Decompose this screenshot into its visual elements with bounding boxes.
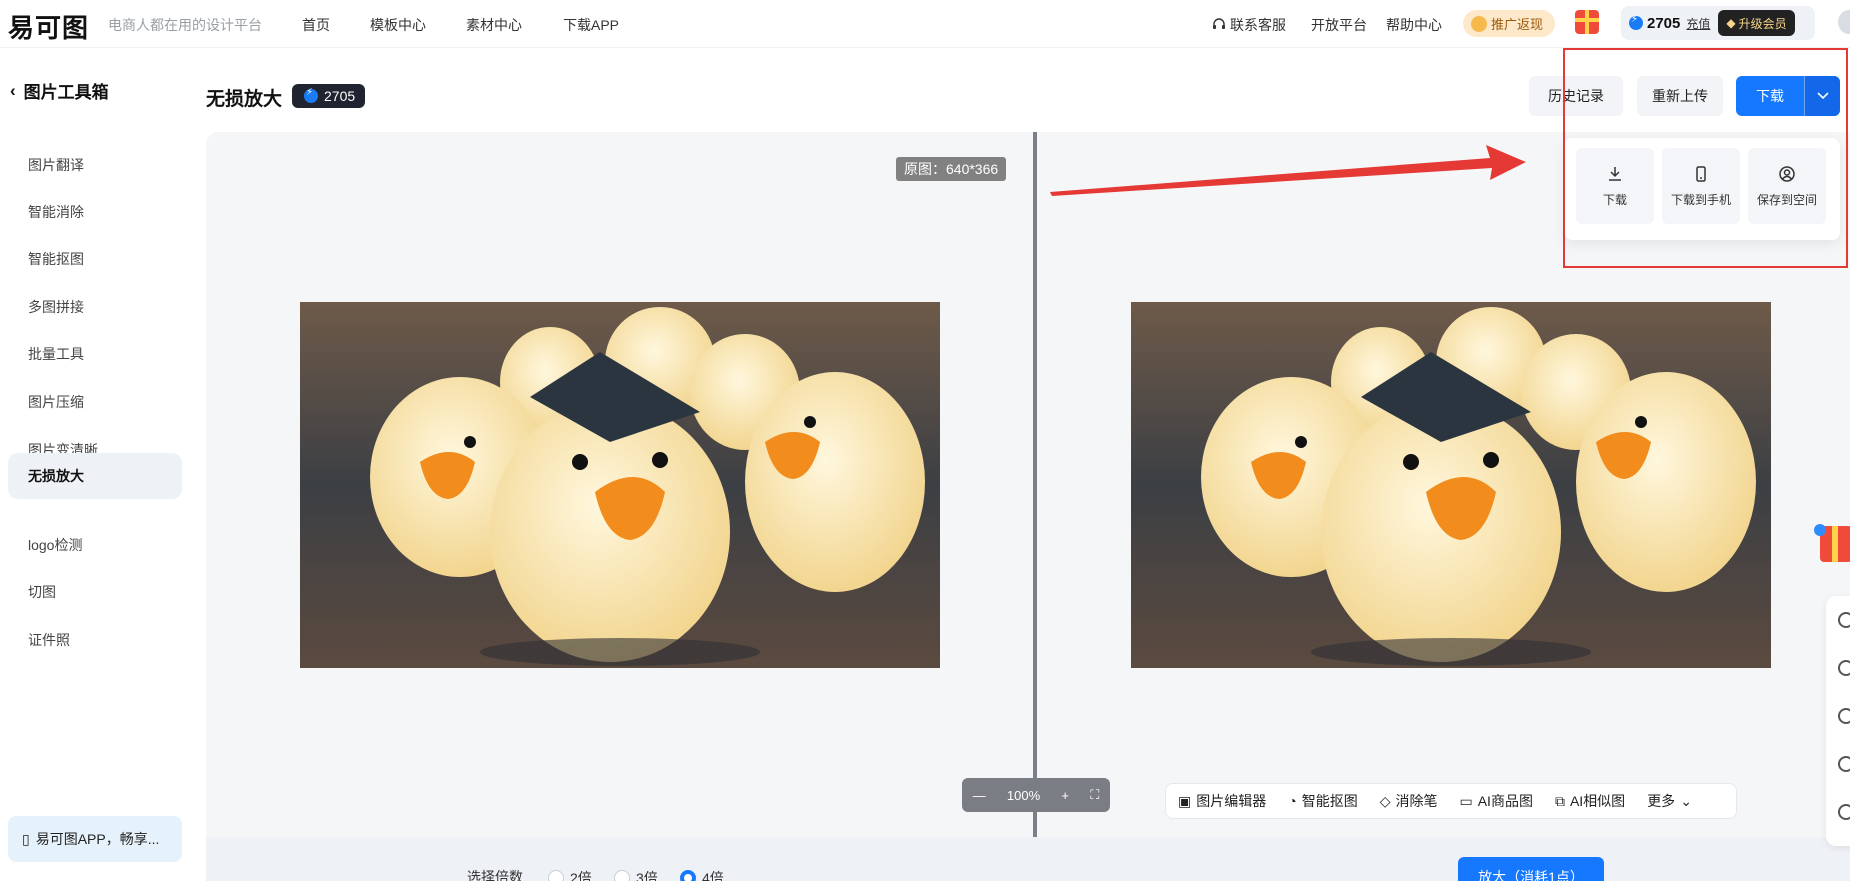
contact-service-label: 联系客服 bbox=[1230, 17, 1286, 33]
tool-image-editor-label: 图片编辑器 bbox=[1196, 793, 1267, 809]
enlarge-button[interactable]: 放大（消耗1点） bbox=[1458, 857, 1604, 881]
tools-bar: ▣ 图片编辑器 ◔ 智能抠图 ◇ 消除笔 ▭ AI商品图 ⧉ AI相似图 更多 ⌄ bbox=[1165, 783, 1737, 819]
avatar[interactable] bbox=[1838, 10, 1850, 34]
toolbox-title: 图片工具箱 bbox=[23, 83, 109, 102]
nav-home[interactable]: 首页 bbox=[302, 15, 330, 35]
sidebar-item-compress[interactable]: 图片压缩 bbox=[8, 379, 182, 425]
tool-ai-similar[interactable]: ⧉ AI相似图 bbox=[1555, 791, 1625, 811]
phone-icon: ▯ bbox=[22, 830, 30, 847]
upgrade-vip-label: 升级会员 bbox=[1738, 16, 1787, 31]
tool-smart-cutout-label: 智能抠图 bbox=[1301, 793, 1358, 809]
diamond-icon: ◆ bbox=[1726, 16, 1736, 30]
sidebar-item-image-translate[interactable]: 图片翻译 bbox=[8, 142, 182, 188]
sidebar: ‹ 图片工具箱 图片翻译 智能消除 智能抠图 多图拼接 批量工具 图片压缩 图片… bbox=[0, 48, 190, 881]
scale-option-4x[interactable]: 4倍 bbox=[680, 868, 724, 881]
similar-icon: ⧉ bbox=[1554, 792, 1565, 809]
cutout-icon: ◔ bbox=[1288, 793, 1297, 809]
lightning-credit-icon bbox=[1629, 14, 1643, 30]
credit-badge-count: 2705 bbox=[324, 88, 356, 104]
sidebar-item-multi-stitch[interactable]: 多图拼接 bbox=[8, 284, 182, 330]
nav-download-app[interactable]: 下载APP bbox=[563, 15, 619, 35]
top-bar: 易可图 电商人都在用的设计平台 首页 模板中心 素材中心 下载APP 联系客服 … bbox=[0, 0, 1850, 48]
sidebar-item-slice[interactable]: 切图 bbox=[8, 569, 182, 615]
logo[interactable]: 易可图 bbox=[8, 8, 89, 45]
tool-ai-similar-label: AI相似图 bbox=[1569, 793, 1626, 809]
question-icon[interactable] bbox=[1838, 756, 1850, 772]
page-title: 无损放大 bbox=[206, 89, 283, 110]
toolbox-back[interactable]: ‹ 图片工具箱 bbox=[10, 78, 109, 103]
zoom-in-button[interactable]: + bbox=[1061, 788, 1069, 803]
sidebar-item-logo-detect[interactable]: logo检测 bbox=[8, 522, 182, 568]
sidebar-item-smart-erase[interactable]: 智能消除 bbox=[8, 189, 182, 235]
app-promo-banner[interactable]: ▯ 易可图APP，畅享... bbox=[8, 816, 182, 862]
fit-screen-icon[interactable]: ⛶ bbox=[1090, 787, 1099, 803]
tool-image-editor[interactable]: ▣ 图片编辑器 bbox=[1178, 791, 1266, 811]
help-center-link[interactable]: 帮助中心 bbox=[1386, 15, 1442, 35]
zoom-controls: — 100% + ⛶ bbox=[962, 778, 1110, 812]
scale-option-2x[interactable]: 2倍 bbox=[548, 868, 592, 881]
nav-materials[interactable]: 素材中心 bbox=[466, 15, 522, 35]
radio-icon bbox=[614, 870, 630, 881]
compare-slider-handle[interactable] bbox=[1033, 132, 1037, 837]
promo-label: 推广返现 bbox=[1491, 17, 1544, 32]
floating-side-toolbar bbox=[1826, 596, 1850, 846]
scale-label: 选择倍数 bbox=[467, 869, 523, 881]
chevron-left-icon: ‹ bbox=[10, 80, 16, 100]
image-icon: ▣ bbox=[1178, 792, 1192, 809]
scale-option-4x-label: 4倍 bbox=[702, 870, 724, 881]
sidebar-item-id-photo[interactable]: 证件照 bbox=[8, 617, 182, 663]
radio-icon bbox=[548, 870, 564, 881]
service-icon[interactable] bbox=[1838, 660, 1850, 676]
contact-service-link[interactable]: 联系客服 bbox=[1212, 15, 1286, 35]
recharge-link[interactable]: 充值 bbox=[1686, 15, 1710, 32]
original-image bbox=[300, 302, 940, 668]
floating-gift-icon[interactable] bbox=[1812, 508, 1850, 570]
eraser-icon: ◇ bbox=[1379, 792, 1391, 809]
tool-ai-product-label: AI商品图 bbox=[1477, 793, 1533, 809]
gift-icon[interactable] bbox=[1575, 10, 1599, 34]
app-promo-label: 易可图APP，畅享... bbox=[35, 831, 160, 847]
original-size-label: 原图：640*366 bbox=[896, 157, 1007, 181]
scale-option-3x-label: 3倍 bbox=[636, 870, 658, 881]
scale-option-3x[interactable]: 3倍 bbox=[614, 868, 658, 881]
chevron-down-icon: ⌄ bbox=[1680, 792, 1692, 809]
tool-eraser[interactable]: ◇ 消除笔 bbox=[1380, 791, 1438, 811]
scale-option-2x-label: 2倍 bbox=[570, 870, 592, 881]
coin-icon bbox=[1471, 15, 1487, 32]
open-platform-link[interactable]: 开放平台 bbox=[1311, 15, 1367, 35]
tool-smart-cutout[interactable]: ◔ 智能抠图 bbox=[1288, 791, 1357, 811]
lightning-credit-icon bbox=[304, 87, 318, 103]
headset-icon bbox=[1213, 18, 1225, 29]
chat-icon[interactable] bbox=[1838, 804, 1850, 820]
credit-badge: 2705 bbox=[292, 84, 366, 108]
bag-icon: ▭ bbox=[1459, 792, 1473, 809]
annotation-highlight-box bbox=[1563, 48, 1848, 268]
credit-box: 2705 充值 ◆ 升级会员 bbox=[1621, 6, 1815, 40]
sidebar-item-batch-tools[interactable]: 批量工具 bbox=[8, 331, 182, 377]
tool-ai-product[interactable]: ▭ AI商品图 bbox=[1459, 791, 1532, 811]
radio-checked-icon bbox=[680, 870, 696, 881]
annotation-arrow bbox=[1050, 145, 1526, 196]
feedback-icon[interactable] bbox=[1838, 612, 1850, 628]
promo-cashback-button[interactable]: 推广返现 bbox=[1463, 10, 1555, 37]
zoom-level: 100% bbox=[1006, 787, 1041, 803]
sidebar-item-lossless-upscale[interactable]: 无损放大 bbox=[8, 453, 182, 499]
upscaled-image bbox=[1131, 302, 1771, 668]
zoom-out-button[interactable]: — bbox=[973, 788, 986, 803]
tool-more-label: 更多 bbox=[1647, 793, 1676, 809]
sidebar-item-smart-cutout[interactable]: 智能抠图 bbox=[8, 236, 182, 282]
tool-eraser-label: 消除笔 bbox=[1395, 793, 1438, 809]
nav-templates[interactable]: 模板中心 bbox=[370, 15, 426, 35]
tool-more[interactable]: 更多 ⌄ bbox=[1647, 791, 1692, 811]
credit-count: 2705 bbox=[1647, 14, 1681, 32]
slogan: 电商人都在用的设计平台 bbox=[108, 17, 262, 33]
upgrade-vip-button[interactable]: ◆ 升级会员 bbox=[1718, 10, 1795, 36]
document-icon[interactable] bbox=[1838, 708, 1850, 724]
